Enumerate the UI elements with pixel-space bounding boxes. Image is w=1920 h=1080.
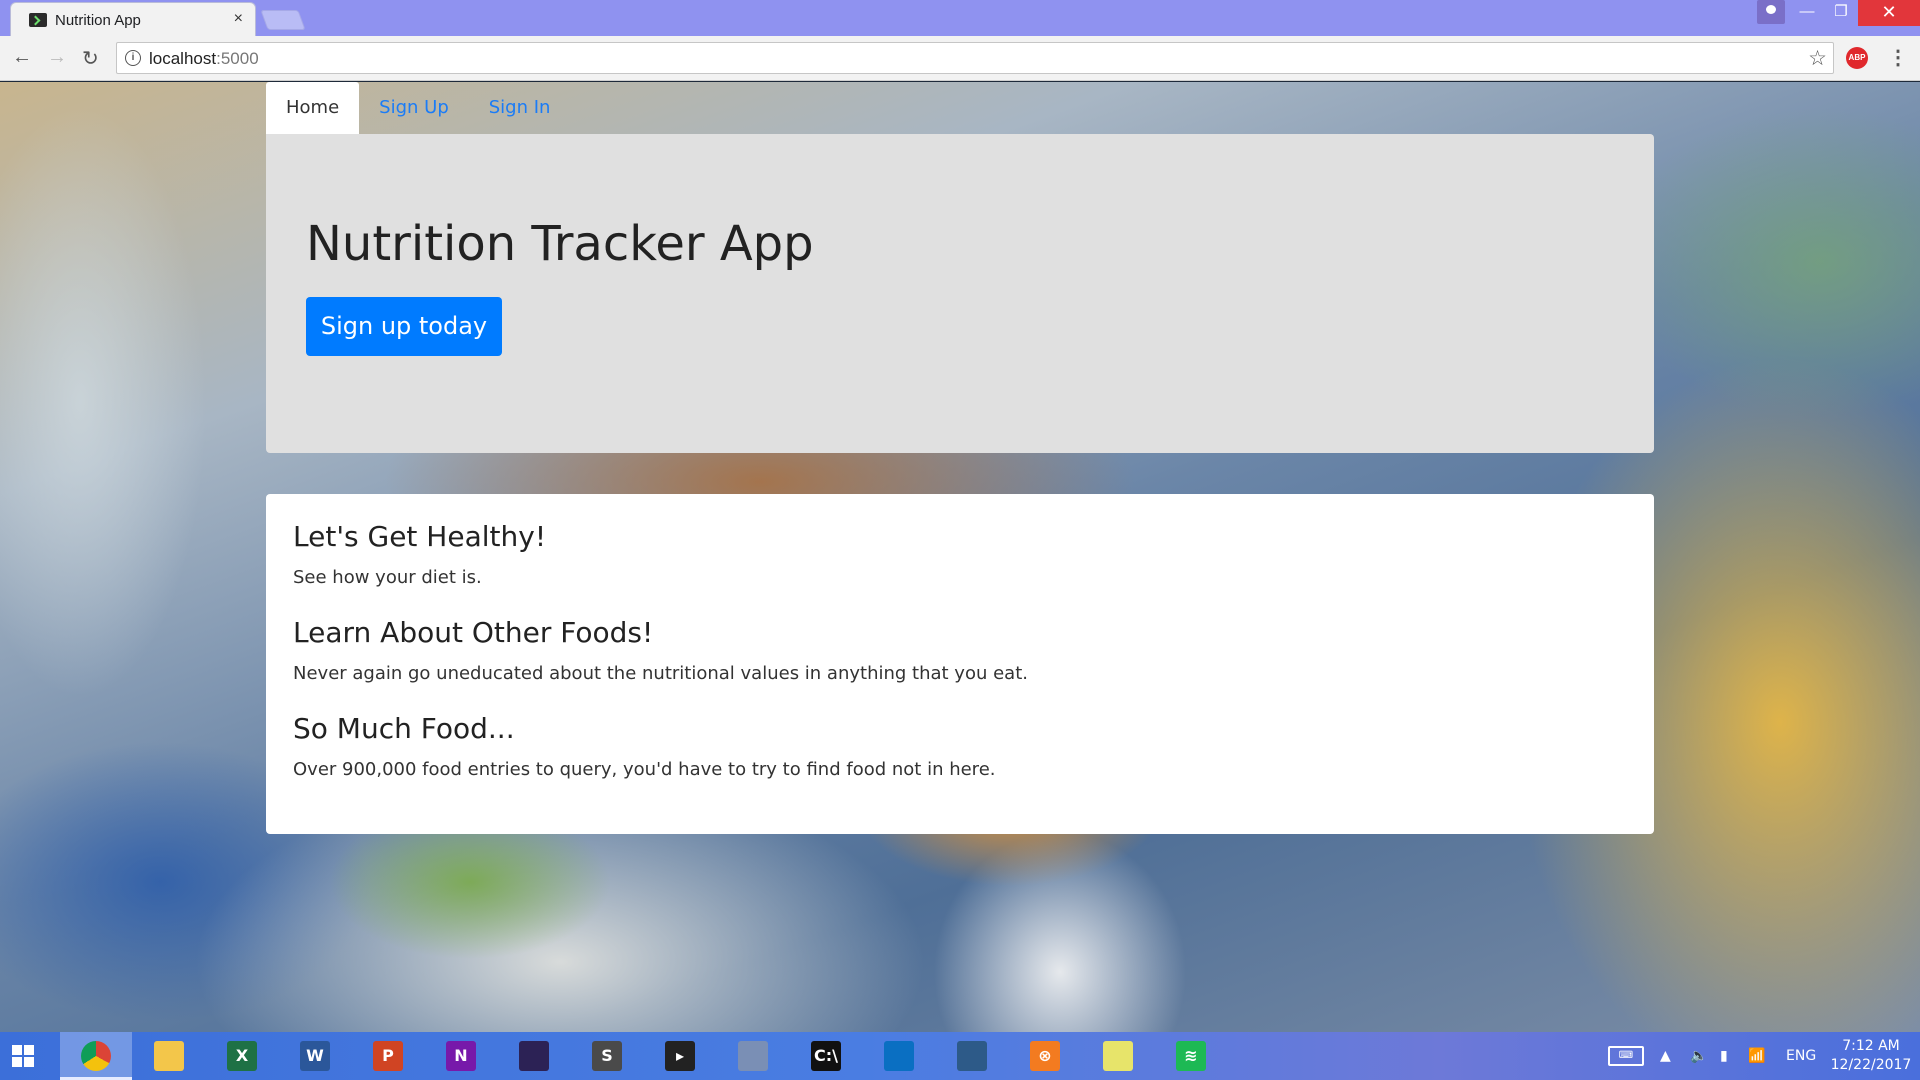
sublime-text-icon: S xyxy=(592,1041,622,1071)
volume-icon[interactable]: 🔈 xyxy=(1690,1032,1707,1080)
chrome-icon xyxy=(81,1041,111,1071)
taskbar-app-button[interactable]: S xyxy=(571,1032,643,1080)
taskbar-app-button[interactable] xyxy=(1082,1032,1154,1080)
site-info-icon[interactable]: i xyxy=(125,50,141,66)
bookmark-star-icon[interactable]: ☆ xyxy=(1808,46,1827,71)
command-prompt-icon: C:\ xyxy=(811,1041,841,1071)
close-window-button[interactable]: ✕ xyxy=(1858,0,1920,26)
browser-toolbar: ← → ↻ i localhost:5000 ☆ ABP ⋮ xyxy=(0,36,1920,81)
browser-titlebar: Nutrition App × — ❐ ✕ xyxy=(0,0,1920,36)
sticky-notes-icon xyxy=(1103,1041,1133,1071)
taskbar-app-button[interactable]: C:\ xyxy=(790,1032,862,1080)
nav-tab-sign-up[interactable]: Sign Up xyxy=(359,82,469,134)
xampp-icon: ⊗ xyxy=(1030,1041,1060,1071)
tab-title: Nutrition App xyxy=(55,12,141,29)
feature-section: So Much Food... Over 900,000 food entrie… xyxy=(293,712,995,780)
feature-section: Let's Get Healthy! See how your diet is. xyxy=(293,520,546,588)
maximize-button[interactable]: ❐ xyxy=(1824,0,1858,26)
taskbar-app-button[interactable]: ⊗ xyxy=(1009,1032,1081,1080)
powerpoint-icon: P xyxy=(373,1041,403,1071)
windows-start-icon[interactable] xyxy=(12,1045,34,1067)
battery-icon[interactable]: ▮ xyxy=(1720,1032,1728,1080)
adblock-plus-icon[interactable]: ABP xyxy=(1846,47,1868,69)
terminal-favicon-icon xyxy=(29,13,47,27)
file-explorer-icon xyxy=(154,1041,184,1071)
url-text: localhost:5000 xyxy=(149,49,259,69)
onenote-icon: N xyxy=(446,1041,476,1071)
nav-tab-sign-in[interactable]: Sign In xyxy=(469,82,571,134)
feature-text: Over 900,000 food entries to query, you'… xyxy=(293,759,996,780)
taskbar-app-button[interactable] xyxy=(717,1032,789,1080)
address-bar[interactable]: i localhost:5000 ☆ xyxy=(116,42,1834,74)
taskbar-app-button[interactable]: ≋ xyxy=(1155,1032,1227,1080)
taskbar-app-button[interactable] xyxy=(498,1032,570,1080)
hero-jumbotron: Nutrition Tracker App Sign up today xyxy=(266,134,1654,453)
user-profile-icon[interactable] xyxy=(1757,0,1785,24)
windows-taskbar: X W P N S ▸ C:\ ⊗ ≋ ⌨ ▲ 🔈 ▮ 📶 ENG 7:12 AM 12/22/… xyxy=(0,1032,1920,1080)
url-port: :5000 xyxy=(216,49,259,68)
feature-heading: Learn About Other Foods! xyxy=(293,616,654,649)
feature-heading: So Much Food... xyxy=(293,712,515,745)
language-indicator[interactable]: ENG xyxy=(1786,1032,1816,1080)
terminal-icon: ▸ xyxy=(665,1041,695,1071)
site-nav: Home Sign Up Sign In xyxy=(266,82,570,134)
tab-close-icon[interactable]: × xyxy=(234,10,243,28)
nav-tab-home[interactable]: Home xyxy=(266,82,360,134)
taskbar-app-button[interactable]: P xyxy=(352,1032,424,1080)
taskbar-app-button[interactable] xyxy=(60,1032,132,1080)
browser-menu-icon[interactable]: ⋮ xyxy=(1888,45,1908,70)
taskbar-app-button[interactable] xyxy=(133,1032,205,1080)
feature-section: Learn About Other Foods! Never again go … xyxy=(293,616,1028,684)
feature-text: See how your diet is. xyxy=(293,567,482,588)
features-card: Let's Get Healthy! See how your diet is.… xyxy=(266,494,1654,834)
touch-keyboard-icon[interactable]: ⌨ xyxy=(1608,1046,1644,1066)
network-signal-icon[interactable]: 📶 xyxy=(1748,1032,1765,1080)
taskbar-app-button[interactable]: ▸ xyxy=(644,1032,716,1080)
feature-text: Never again go uneducated about the nutr… xyxy=(293,663,1028,684)
spotify-icon: ≋ xyxy=(1176,1041,1206,1071)
forward-arrow-icon[interactable]: → xyxy=(47,46,67,69)
page-title: Nutrition Tracker App xyxy=(306,216,814,272)
visual-studio-code-icon xyxy=(884,1041,914,1071)
browser-tab-nutrition-app[interactable]: Nutrition App × xyxy=(10,2,256,36)
show-hidden-icons-icon[interactable]: ▲ xyxy=(1660,1032,1671,1080)
word-icon: W xyxy=(300,1041,330,1071)
url-host: localhost xyxy=(149,49,217,68)
sign-up-today-button[interactable]: Sign up today xyxy=(306,297,502,356)
feature-heading: Let's Get Healthy! xyxy=(293,520,547,553)
new-tab-button[interactable] xyxy=(260,10,306,30)
virtualbox-icon xyxy=(738,1041,768,1071)
mysql-workbench-icon xyxy=(957,1041,987,1071)
minimize-button[interactable]: — xyxy=(1790,0,1824,26)
system-clock[interactable]: 7:12 AM 12/22/2017 xyxy=(1828,1037,1914,1075)
eclipse-icon xyxy=(519,1041,549,1071)
reload-icon[interactable]: ↻ xyxy=(82,46,99,71)
taskbar-app-button[interactable]: X xyxy=(206,1032,278,1080)
excel-icon: X xyxy=(227,1041,257,1071)
clock-time: 7:12 AM xyxy=(1842,1038,1900,1054)
taskbar-app-button[interactable] xyxy=(936,1032,1008,1080)
taskbar-app-button[interactable]: W xyxy=(279,1032,351,1080)
taskbar-app-button[interactable]: N xyxy=(425,1032,497,1080)
taskbar-app-button[interactable] xyxy=(863,1032,935,1080)
back-arrow-icon[interactable]: ← xyxy=(12,46,32,69)
page-viewport: Home Sign Up Sign In Nutrition Tracker A… xyxy=(0,82,1920,1032)
clock-date: 12/22/2017 xyxy=(1830,1057,1912,1073)
